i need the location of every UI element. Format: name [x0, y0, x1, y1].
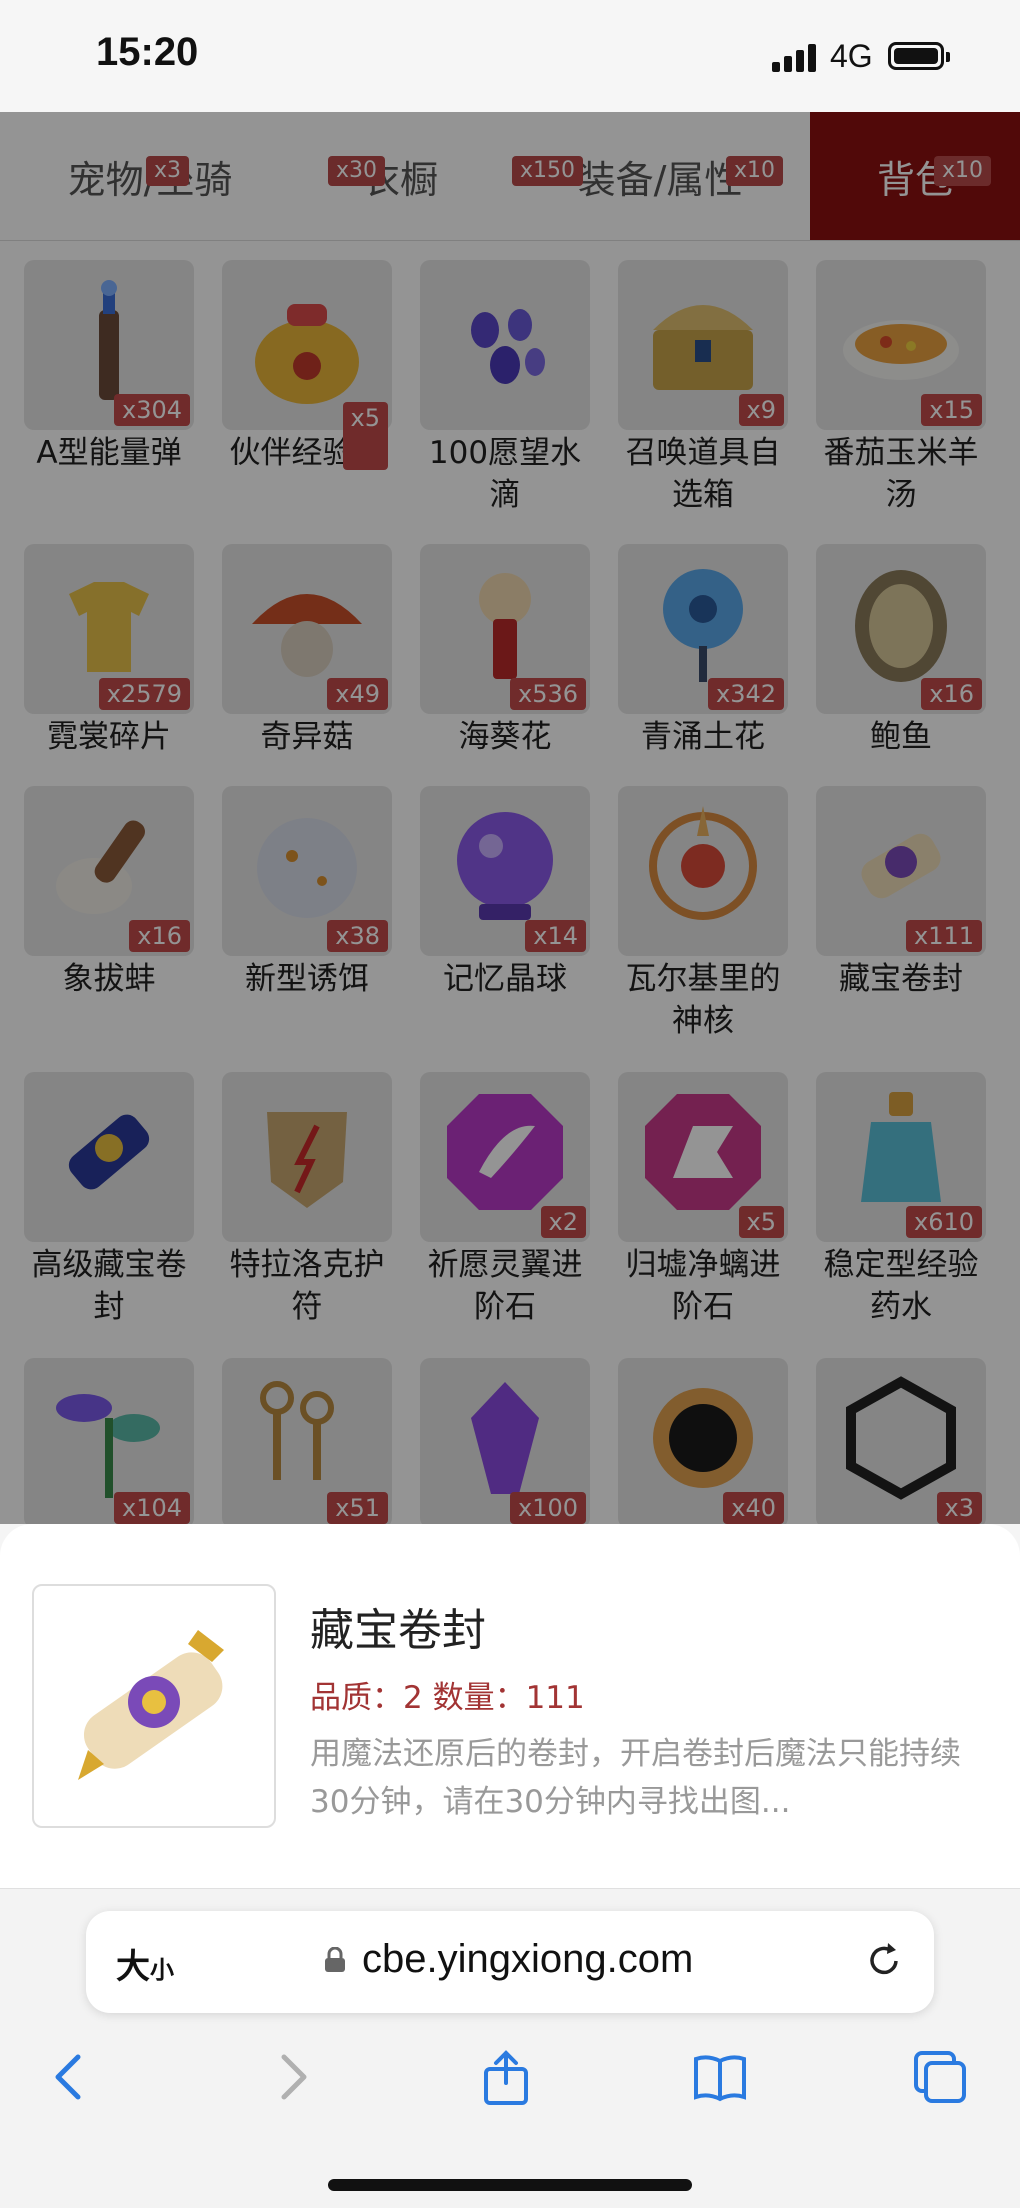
reload-icon[interactable] — [862, 1939, 906, 1983]
text-size-small-label: 小 — [150, 1956, 174, 1984]
browser-toolbar: 大小 cbe.yingxiong.com — [0, 1888, 1020, 2208]
detail-image — [32, 1584, 276, 1828]
forward-icon[interactable] — [262, 2047, 322, 2107]
signal-icon — [772, 44, 816, 72]
modal-dim-overlay[interactable] — [0, 112, 1020, 1524]
status-bar: 15:20 4G — [0, 0, 1020, 112]
treasure-scroll-icon — [78, 1630, 224, 1780]
bookmarks-icon[interactable] — [690, 2047, 750, 2107]
home-indicator — [328, 2179, 692, 2191]
lock-icon — [325, 1947, 345, 1972]
share-icon[interactable] — [476, 2047, 536, 2107]
text-size-label: 大 — [116, 1947, 150, 1987]
address-bar[interactable]: 大小 cbe.yingxiong.com — [86, 1911, 934, 2013]
url-text: cbe.yingxiong.com — [362, 1937, 694, 1981]
network-label: 4G — [830, 38, 873, 74]
detail-meta: 品质：2 数量：111 — [310, 1680, 585, 1716]
text-size-button[interactable]: 大小 — [116, 1939, 174, 1988]
clock: 15:20 — [96, 30, 199, 74]
tabs-icon[interactable] — [910, 2047, 970, 2107]
detail-description: 用魔法还原后的卷封，开启卷封后魔法只能持续30分钟，请在30分钟内寻找出图... — [310, 1736, 961, 1820]
back-icon[interactable] — [40, 2047, 100, 2107]
battery-icon — [888, 42, 950, 70]
detail-title: 藏宝卷封 — [310, 1605, 486, 1656]
item-detail-sheet: 藏宝卷封 品质：2 数量：111 用魔法还原后的卷封，开启卷封后魔法只能持续30… — [0, 1524, 1020, 1888]
